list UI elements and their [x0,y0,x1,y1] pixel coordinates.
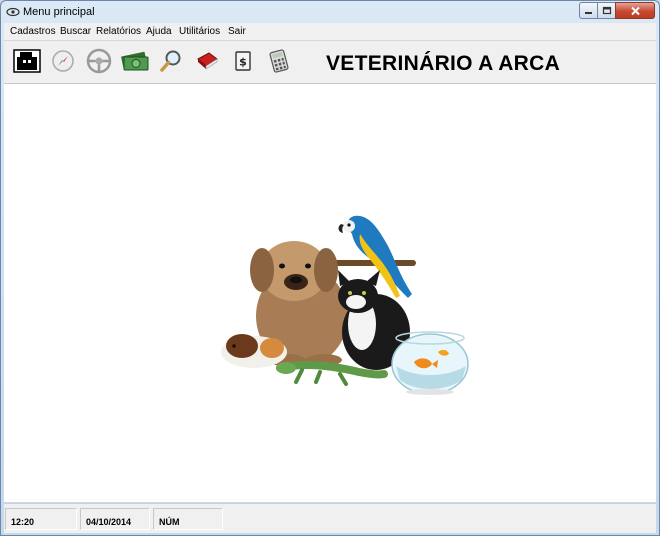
main-area [4,84,656,502]
title-bar[interactable]: Menu principal [1,1,659,23]
toolbar-button-calculator[interactable] [264,47,294,75]
svg-text:$: $ [239,56,247,69]
toolbar-button-compass[interactable] [48,47,78,75]
menu-buscar[interactable]: Buscar [60,26,91,37]
toolbar-button-search[interactable] [156,47,186,75]
menu-ajuda[interactable]: Ajuda [146,26,172,37]
money-icon [121,51,149,71]
minimize-button[interactable] [579,2,598,19]
steering-wheel-icon [86,48,112,74]
menu-relatorios[interactable]: Relatórios [96,26,141,37]
pets-illustration [221,215,469,395]
toolbar-button-dollar[interactable]: $ [228,47,258,75]
status-bar: 12:20 04/10/2014 NÚM [4,503,656,533]
menu-bar: Cadastros Buscar Relatórios Ajuda Utilit… [4,23,656,41]
close-icon [630,6,640,15]
fishbowl-image [391,331,469,395]
menu-sair[interactable]: Sair [228,26,246,37]
app-icon [6,7,20,17]
status-time: 12:20 [5,508,77,530]
clinic-title: VETERINÁRIO A ARCA [326,52,561,75]
toolbar-button-steering-wheel[interactable] [84,47,114,75]
toolbar-button-book[interactable] [192,47,222,75]
magnifier-icon [160,50,181,72]
menu-cadastros[interactable]: Cadastros [10,26,56,37]
book-icon [197,52,218,70]
toolbar-button-money[interactable] [120,47,150,75]
compass-icon [52,50,74,72]
toolbar-button-cash-register[interactable] [12,47,42,75]
dollar-card-icon: $ [235,51,251,71]
guinea-pig-image [221,334,287,368]
menu-utilitarios[interactable]: Utilitários [179,26,220,37]
app-window: Menu principal Cadastros Buscar Relatóri… [0,0,660,536]
calculator-icon [269,49,289,73]
close-button[interactable] [615,2,655,19]
minimize-icon [585,12,592,14]
cash-register-icon [13,49,41,73]
status-num-lock: NÚM [153,508,223,530]
status-date: 04/10/2014 [80,508,150,530]
window-title: Menu principal [23,6,95,18]
maximize-button[interactable] [597,2,616,19]
toolbar: $ VETERINÁRIO A ARCA [4,41,656,84]
maximize-icon [602,6,611,15]
